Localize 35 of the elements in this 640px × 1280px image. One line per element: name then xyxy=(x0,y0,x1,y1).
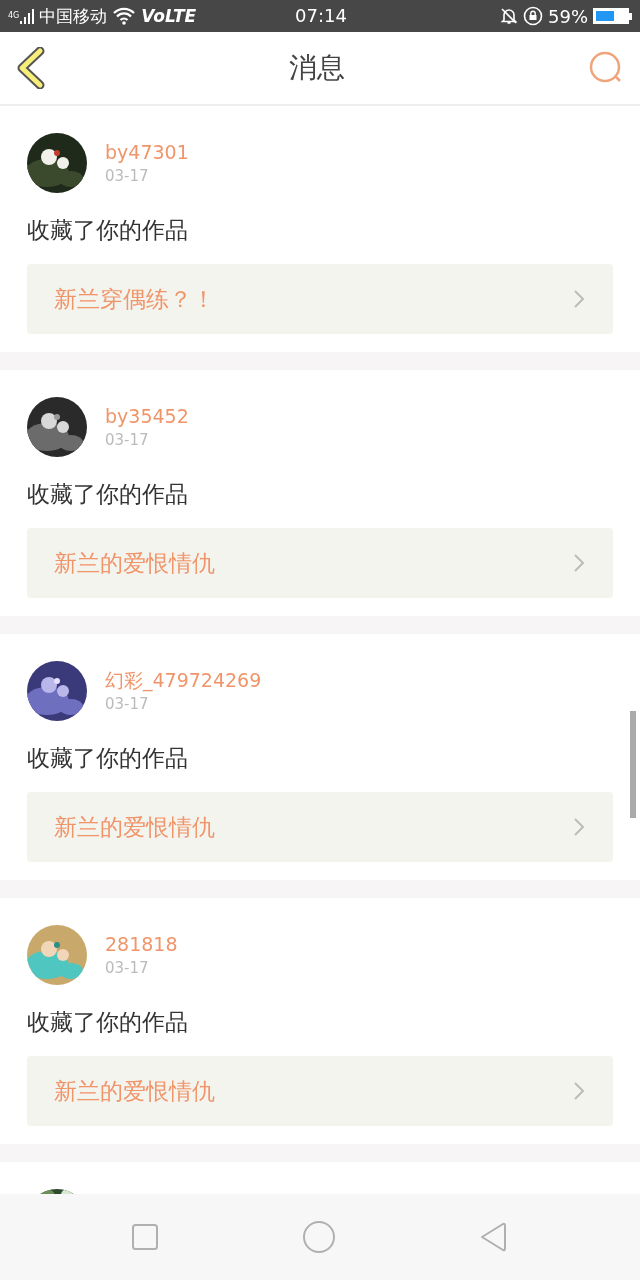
chevron-icon xyxy=(573,289,585,309)
username[interactable]: 幻彩_479724269 xyxy=(105,667,262,693)
chevron-icon xyxy=(573,553,585,573)
message-date: 03-17 xyxy=(105,694,150,715)
network-type: 4G xyxy=(8,10,20,20)
recents-button[interactable] xyxy=(131,1223,160,1251)
work-link[interactable]: 新兰的爱恨情仇 xyxy=(27,1056,613,1126)
back-nav-button[interactable] xyxy=(478,1221,509,1253)
message-date: 03-17 xyxy=(105,958,150,979)
rotation-lock-icon xyxy=(523,6,543,26)
bell-muted-icon xyxy=(500,7,518,25)
battery-percent: 59% xyxy=(548,5,588,27)
message-text: 收藏了你的作品 xyxy=(27,744,189,773)
page-title: 消息 xyxy=(289,50,345,86)
work-link[interactable]: 新兰的爱恨情仇 xyxy=(27,528,613,598)
signal-icon xyxy=(20,8,35,24)
username[interactable]: by35452 xyxy=(105,403,189,429)
message-text: 收藏了你的作品 xyxy=(27,216,189,245)
work-link[interactable]: 新兰穿偶练？！ xyxy=(27,264,613,334)
work-link[interactable]: 新兰的爱恨情仇 xyxy=(27,792,613,862)
carrier-name: 中国移动 xyxy=(39,4,108,28)
message-date: 03-17 xyxy=(105,166,150,187)
message-text: 收藏了你的作品 xyxy=(27,1008,189,1037)
username[interactable]: 281818 xyxy=(105,931,178,957)
chevron-icon xyxy=(573,1081,585,1101)
home-button[interactable] xyxy=(302,1220,336,1254)
username[interactable]: by47301 xyxy=(105,139,189,165)
chevron-icon xyxy=(573,817,585,837)
volte-label: VoLTE xyxy=(141,6,197,26)
message-date: 03-17 xyxy=(105,430,150,451)
message-text: 收藏了你的作品 xyxy=(27,480,189,509)
back-button[interactable] xyxy=(16,47,46,89)
wifi-icon xyxy=(112,7,137,25)
battery-icon xyxy=(593,8,632,24)
clock: 07:14 xyxy=(295,5,347,26)
